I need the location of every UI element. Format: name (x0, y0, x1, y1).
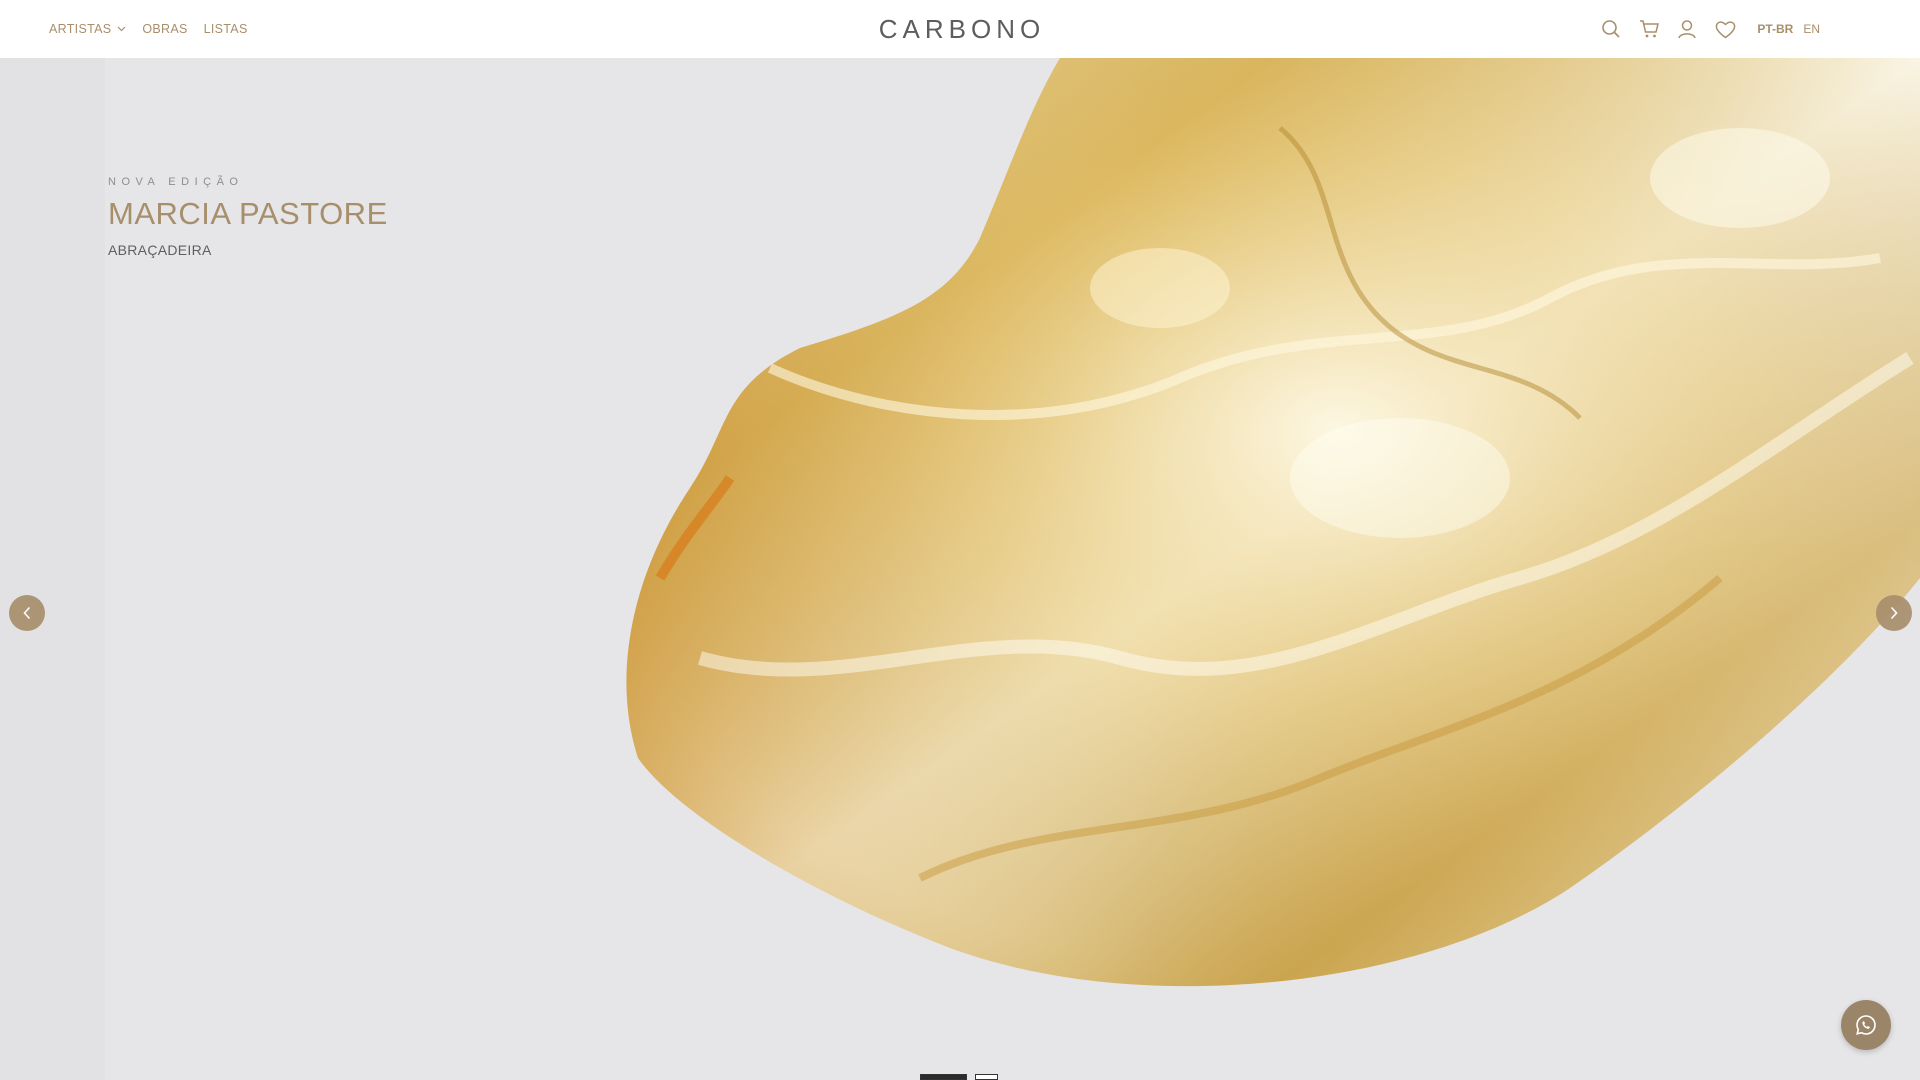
chevron-right-icon (1890, 606, 1898, 620)
site-header: ARTISTAS OBRAS LISTAS CARBONO PT-BR EN (0, 0, 1920, 58)
hero-side-panel (0, 58, 105, 1080)
hero-artist-name[interactable]: MARCIA PASTORE (108, 196, 388, 232)
user-icon[interactable] (1675, 17, 1699, 41)
search-icon[interactable] (1599, 17, 1623, 41)
header-tools: PT-BR EN (1599, 0, 1820, 58)
carousel-dot-2[interactable] (975, 1074, 998, 1080)
whatsapp-icon (1856, 1015, 1876, 1035)
carousel-prev-button[interactable] (9, 595, 45, 631)
language-switcher: PT-BR EN (1757, 22, 1820, 36)
hero-caption: NOVA EDIÇÃO MARCIA PASTORE ABRAÇADEIRA (108, 176, 388, 258)
cart-icon[interactable] (1637, 17, 1661, 41)
hero-kicker: NOVA EDIÇÃO (108, 176, 244, 188)
carousel-pagination (920, 1074, 998, 1080)
whatsapp-button[interactable] (1841, 1000, 1891, 1050)
hero-work-title[interactable]: ABRAÇADEIRA (108, 242, 388, 258)
carousel-dot-1[interactable] (920, 1074, 967, 1080)
hero-carousel: NOVA EDIÇÃO MARCIA PASTORE ABRAÇADEIRA (0, 58, 1920, 1080)
chevron-left-icon (23, 606, 31, 620)
carousel-next-button[interactable] (1876, 595, 1912, 631)
heart-icon[interactable] (1713, 17, 1737, 41)
lang-pt-br[interactable]: PT-BR (1757, 22, 1793, 36)
sculpture-image (626, 58, 1920, 987)
lang-en[interactable]: EN (1803, 22, 1820, 36)
